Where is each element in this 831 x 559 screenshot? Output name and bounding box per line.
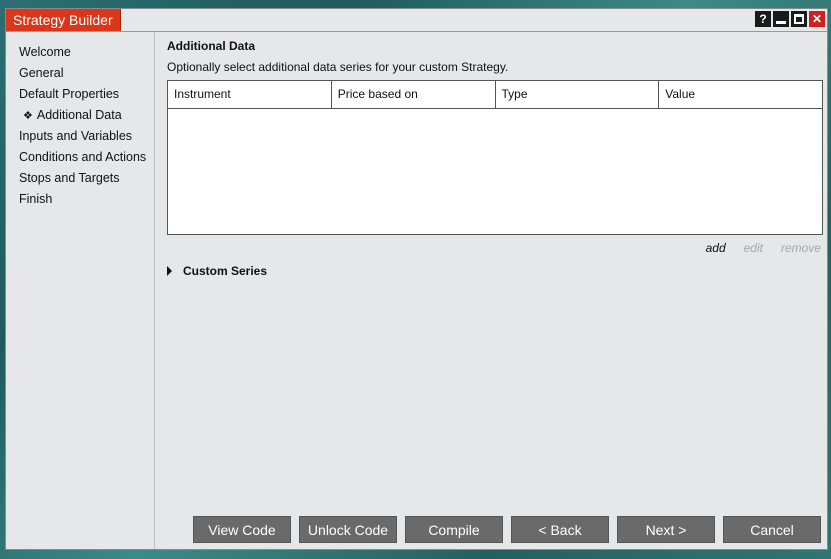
compile-button[interactable]: Compile	[405, 516, 503, 543]
sidebar-item-finish[interactable]: Finish	[6, 189, 154, 210]
window-title: Strategy Builder	[6, 9, 121, 31]
help-button[interactable]: ?	[755, 11, 771, 27]
back-button[interactable]: < Back	[511, 516, 609, 543]
sidebar-item-label: Additional Data	[36, 108, 122, 122]
unlock-code-button[interactable]: Unlock Code	[299, 516, 397, 543]
active-step-icon: ❖	[23, 110, 33, 122]
sidebar-item-conditions-and-actions[interactable]: Conditions and Actions	[6, 147, 154, 168]
grid-header: Instrument Price based on Type Value	[168, 81, 822, 109]
sidebar-item-label: Stops and Targets	[19, 171, 120, 185]
sidebar-item-stops-and-targets[interactable]: Stops and Targets	[6, 168, 154, 189]
sidebar-item-welcome[interactable]: Welcome	[6, 42, 154, 63]
column-header-price-based-on[interactable]: Price based on	[332, 81, 496, 108]
column-header-instrument[interactable]: Instrument	[168, 81, 332, 108]
custom-series-expander[interactable]: Custom Series	[167, 264, 267, 278]
sidebar-item-label: Welcome	[19, 45, 71, 59]
minimize-icon	[776, 21, 786, 24]
sidebar-item-default-properties[interactable]: Default Properties	[6, 84, 154, 105]
sidebar-item-additional-data[interactable]: ❖ Additional Data	[6, 105, 154, 126]
add-link[interactable]: add	[706, 241, 726, 255]
strategy-builder-window: Strategy Builder ? ✕ Welcome General Def…	[5, 8, 828, 550]
additional-data-grid[interactable]: Instrument Price based on Type Value	[167, 80, 823, 235]
section-title: Additional Data	[167, 39, 256, 53]
sidebar-item-general[interactable]: General	[6, 63, 154, 84]
footer-buttons: View Code Unlock Code Compile < Back Nex…	[193, 516, 821, 543]
column-header-value[interactable]: Value	[659, 81, 822, 108]
wizard-sidebar: Welcome General Default Properties ❖ Addi…	[6, 32, 155, 549]
maximize-button[interactable]	[791, 11, 807, 27]
sidebar-item-label: Inputs and Variables	[19, 129, 133, 143]
expand-triangle-icon	[167, 266, 172, 276]
column-header-type[interactable]: Type	[496, 81, 660, 108]
window-controls: ? ✕	[755, 11, 825, 27]
remove-link: remove	[780, 241, 821, 255]
maximize-icon	[794, 14, 804, 24]
sidebar-item-label: General	[19, 66, 64, 80]
title-bar[interactable]: Strategy Builder ? ✕	[6, 9, 827, 32]
minimize-button[interactable]	[773, 11, 789, 27]
grid-actions: add edit remove	[706, 241, 821, 255]
custom-series-label: Custom Series	[183, 264, 268, 278]
section-description: Optionally select additional data series…	[167, 60, 509, 74]
sidebar-item-label: Conditions and Actions	[19, 150, 147, 164]
sidebar-item-inputs-and-variables[interactable]: Inputs and Variables	[6, 126, 154, 147]
next-button[interactable]: Next >	[617, 516, 715, 543]
sidebar-item-label: Finish	[19, 192, 53, 206]
main-panel: Additional Data Optionally select additi…	[167, 32, 827, 549]
cancel-button[interactable]: Cancel	[723, 516, 821, 543]
sidebar-item-label: Default Properties	[19, 87, 120, 101]
view-code-button[interactable]: View Code	[193, 516, 291, 543]
close-button[interactable]: ✕	[809, 11, 825, 27]
edit-link: edit	[743, 241, 763, 255]
